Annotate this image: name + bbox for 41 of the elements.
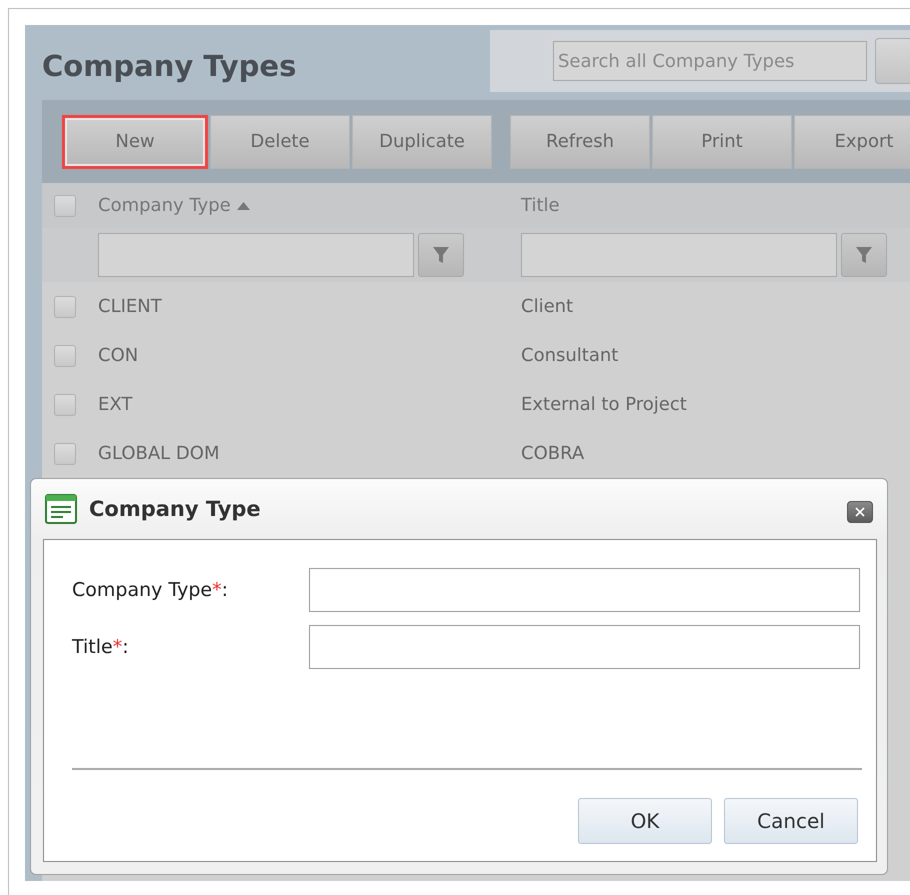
input-field[interactable] — [309, 568, 860, 612]
input-field[interactable] — [309, 625, 860, 669]
toolbar-button[interactable]: Duplicate — [352, 114, 492, 168]
close-icon — [855, 507, 865, 517]
close-button[interactable] — [847, 501, 873, 523]
toolbar-button[interactable]: Print — [652, 114, 792, 168]
checkbox[interactable] — [54, 344, 76, 366]
search-field[interactable]: Search all Company Types — [553, 41, 867, 81]
table-cell-text: Consultant — [520, 345, 618, 366]
filter-button[interactable] — [418, 233, 464, 277]
sort-ascending-icon — [236, 202, 250, 210]
column-header[interactable]: Title — [521, 195, 560, 216]
field-label: Company Type*: — [72, 579, 228, 601]
table-cell-text: Client — [520, 296, 574, 317]
filter-icon — [432, 246, 450, 264]
checkbox[interactable] — [54, 194, 76, 216]
field-label: Title*: — [72, 636, 129, 658]
toolbar-button[interactable]: Refresh — [510, 114, 650, 168]
dialog-title: Company Type — [89, 497, 262, 521]
page-title: Company Types — [41, 48, 298, 85]
table-cell-text: GLOBAL DOM — [97, 443, 220, 464]
toolbar-button[interactable]: Delete — [210, 114, 350, 168]
toolbar-button[interactable]: New — [62, 114, 208, 168]
cut-off-button[interactable] — [875, 38, 910, 84]
checkbox[interactable] — [54, 394, 76, 416]
form-icon — [45, 494, 77, 524]
checkbox[interactable] — [54, 296, 76, 318]
table-cell-text: EXT — [97, 394, 132, 415]
dialog-button[interactable]: OK — [578, 798, 712, 844]
filter-field[interactable] — [98, 233, 414, 277]
table-cell-text: COBRA — [520, 443, 584, 464]
column-header[interactable]: Company Type — [98, 195, 231, 216]
filter-icon — [855, 246, 873, 264]
toolbar-button[interactable]: Export — [794, 114, 910, 168]
checkbox[interactable] — [54, 442, 76, 464]
table-cell-text: External to Project — [520, 394, 687, 415]
table-cell-text: CLIENT — [97, 296, 162, 317]
dialog-button[interactable]: Cancel — [724, 798, 858, 844]
table-cell-text: CON — [97, 345, 138, 366]
filter-button[interactable] — [841, 233, 887, 277]
filter-field[interactable] — [521, 233, 837, 277]
